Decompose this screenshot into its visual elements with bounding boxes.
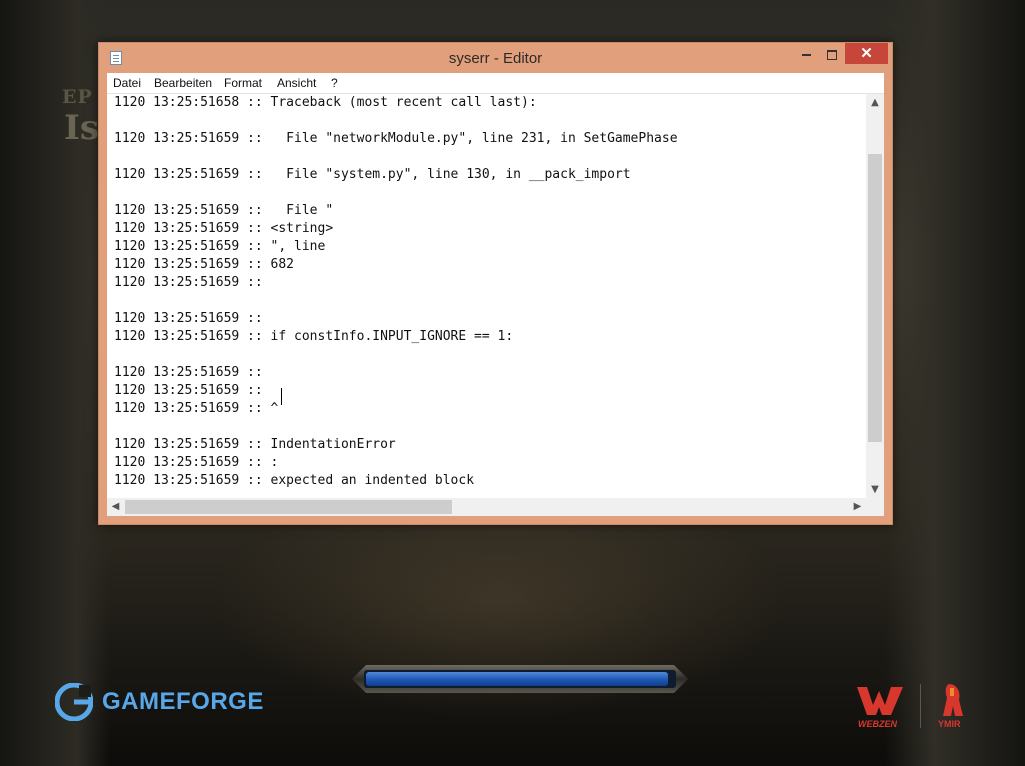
title-bar[interactable]: syserr - Editor ✕ — [99, 43, 892, 73]
menu-format[interactable]: Format — [224, 76, 262, 90]
gameforge-logo-icon — [55, 683, 93, 721]
ymir-logo-text: YMIR — [938, 719, 961, 729]
webzen-logo-icon — [857, 687, 903, 715]
menu-bearbeiten[interactable]: Bearbeiten — [154, 76, 212, 90]
menu-datei[interactable]: Datei — [113, 76, 141, 90]
editor-client: Datei Bearbeiten Format Ansicht ? 1120 1… — [107, 73, 884, 516]
webzen-logo-text: WEBZEN — [858, 719, 897, 729]
window-title: syserr - Editor — [448, 50, 543, 67]
log-line: 1120 13:25:51659 :: File "networkModule.… — [114, 131, 678, 146]
log-line: 1120 13:25:51659 :: ", line — [114, 239, 326, 254]
horizontal-scrollbar[interactable]: ◀ ▶ — [107, 498, 866, 516]
close-button[interactable]: ✕ — [845, 43, 888, 64]
text-editor[interactable]: 1120 13:25:51658 :: Traceback (most rece… — [107, 94, 866, 498]
log-line: 1120 13:25:51659 :: File "system.py", li… — [114, 167, 631, 182]
log-line: 1120 13:25:51659 :: File " — [114, 203, 334, 218]
log-line: 1120 13:25:51659 :: — [114, 275, 263, 290]
log-line: 1120 13:25:51659 :: IndentationError — [114, 437, 396, 452]
gameforge-logo-text: GAMEFORGE — [102, 688, 264, 715]
log-line: 1120 13:25:51659 :: expected an indented… — [114, 473, 475, 488]
log-line: 1120 13:25:51659 :: — [114, 383, 263, 398]
vertical-scrollbar[interactable]: ▲ ▼ — [866, 94, 884, 498]
loading-bar-fill — [366, 672, 668, 686]
log-line: 1120 13:25:51659 :: ^ — [114, 401, 279, 416]
log-line: 1120 13:25:51659 :: if constInfo.INPUT_I… — [114, 329, 514, 344]
editor-window: syserr - Editor ✕ Datei Bearbeiten Forma… — [98, 42, 893, 525]
game-logo-small: EP — [62, 86, 93, 108]
log-line: 1120 13:25:51659 :: 682 — [114, 257, 295, 272]
vertical-scroll-thumb[interactable] — [868, 154, 882, 442]
log-line: 1120 13:25:51659 :: — [114, 365, 263, 380]
minimize-icon — [801, 53, 811, 56]
text-caret — [281, 388, 282, 405]
scroll-down-icon[interactable]: ▼ — [866, 481, 884, 498]
horizontal-scroll-thumb[interactable] — [125, 500, 452, 514]
scroll-left-icon[interactable]: ◀ — [107, 498, 124, 516]
minimize-button[interactable] — [793, 43, 819, 64]
ymir-logo-icon — [943, 684, 963, 716]
log-line: 1120 13:25:51659 :: <string> — [114, 221, 334, 236]
log-line: 1120 13:25:51658 :: Traceback (most rece… — [114, 95, 537, 110]
log-line: 1120 13:25:51659 :: — [114, 311, 263, 326]
menu-bar: Datei Bearbeiten Format Ansicht ? — [107, 73, 884, 94]
scroll-right-icon[interactable]: ▶ — [849, 498, 866, 516]
logo-divider — [920, 684, 921, 728]
scroll-up-icon[interactable]: ▲ — [866, 94, 884, 111]
menu-help[interactable]: ? — [331, 76, 338, 90]
maximize-icon — [827, 49, 837, 60]
log-line: 1120 13:25:51659 :: : — [114, 455, 279, 470]
maximize-button[interactable] — [819, 43, 845, 64]
close-icon: ✕ — [860, 45, 873, 62]
background-pillar-right — [885, 0, 1025, 766]
game-logo-big: Is — [64, 108, 100, 148]
scrollbar-corner — [866, 498, 884, 516]
menu-ansicht[interactable]: Ansicht — [277, 76, 316, 90]
